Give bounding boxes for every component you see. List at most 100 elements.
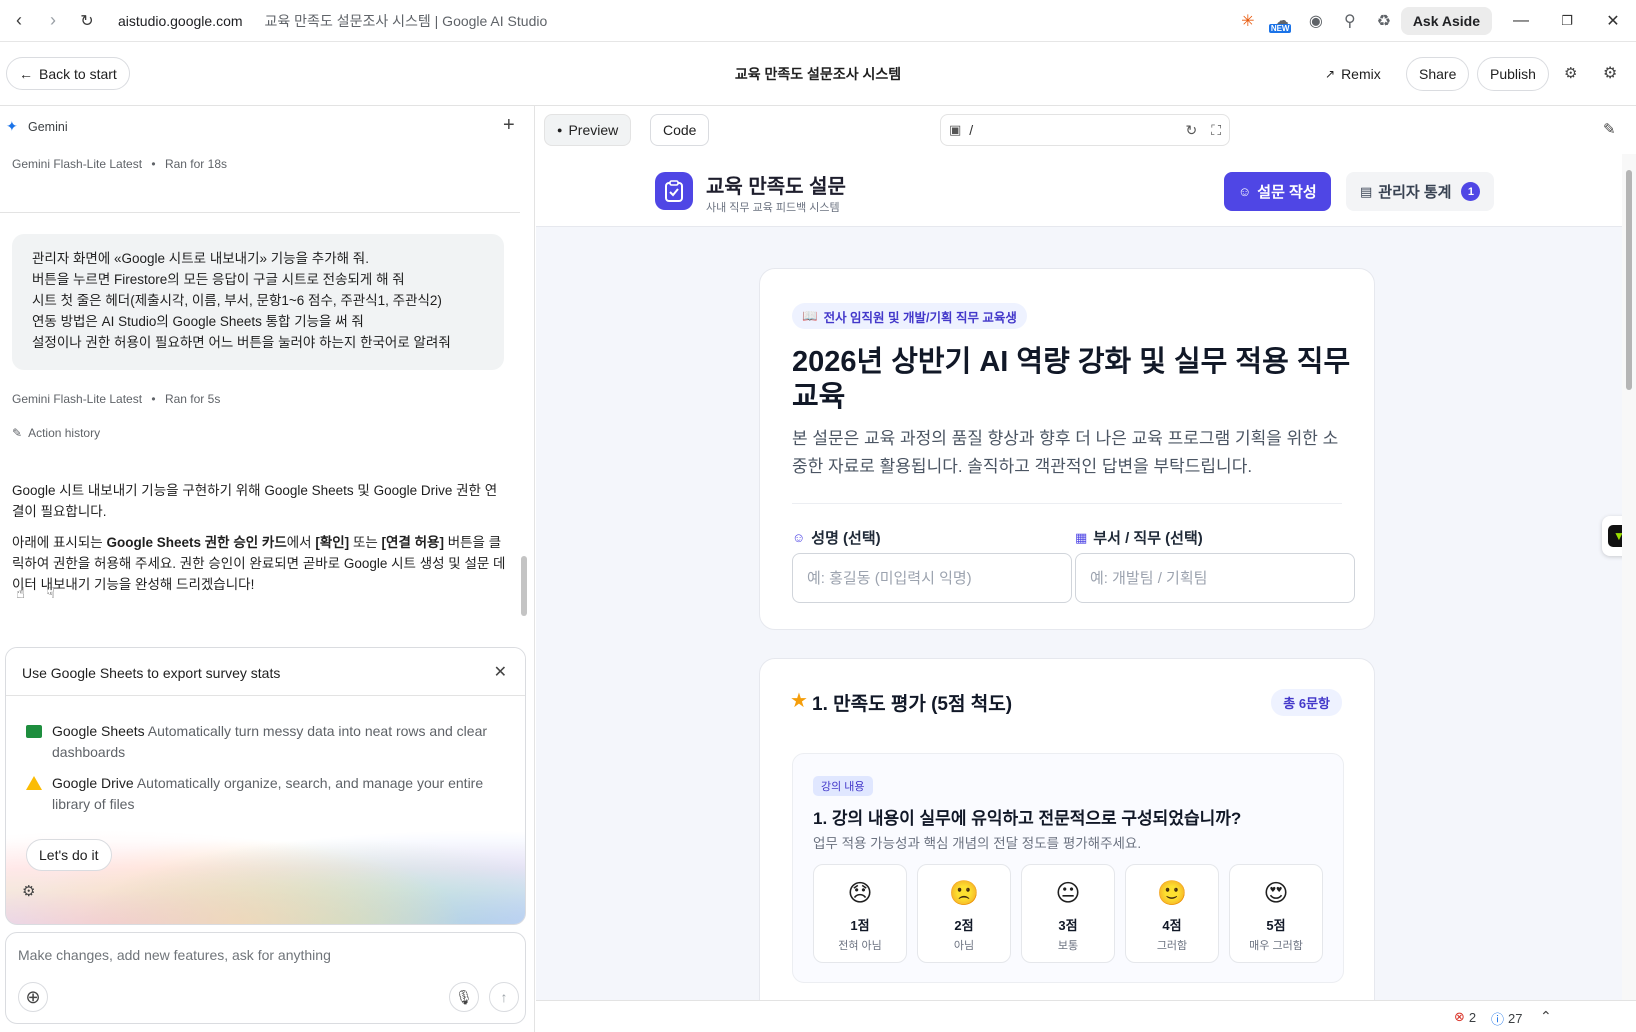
error-count[interactable]: ⊗ 2 bbox=[1454, 1009, 1476, 1025]
user-message-line: 설정이나 권한 허용이 필요하면 어느 버튼을 눌러야 하는지 한국어로 알려줘 bbox=[32, 335, 451, 350]
reply-text: 또는 bbox=[349, 535, 382, 550]
ask-aside-button[interactable]: Ask Aside bbox=[1400, 6, 1492, 35]
remix-button[interactable]: ↗ Remix bbox=[1313, 57, 1393, 91]
preview-path[interactable]: / bbox=[969, 122, 1177, 138]
nav-admin-button[interactable]: ▤ 관리자 통계 1 bbox=[1346, 172, 1495, 211]
share-button[interactable]: Share bbox=[1406, 57, 1470, 91]
run-meta-1: Gemini Flash-Lite Latest • Ran for 18s bbox=[12, 157, 227, 171]
card-settings-icon[interactable]: ⚙ bbox=[22, 882, 35, 900]
bar-chart-icon: ▤ bbox=[1360, 183, 1373, 199]
option-label: 그러함 bbox=[1156, 940, 1188, 952]
site-title: 교육 만족도 설문 bbox=[706, 176, 846, 198]
question-category-chip: 강의 내용 bbox=[813, 776, 873, 796]
sparkle-extension-icon[interactable]: ✳ bbox=[1231, 4, 1265, 38]
rating-option-3[interactable]: 😐 3점 보통 bbox=[1021, 864, 1115, 963]
settings-gear-icon[interactable]: ⚙ bbox=[1603, 63, 1617, 83]
reload-icon[interactable]: ↻ bbox=[70, 4, 104, 38]
new-chat-plus-icon[interactable]: + bbox=[503, 114, 515, 137]
prompt-input[interactable] bbox=[18, 947, 508, 963]
gemini-sparkle-icon: ✦ bbox=[6, 118, 18, 134]
remix-icon: ↗ bbox=[1325, 67, 1336, 81]
rating-option-1[interactable]: 😞 1점 전혀 아님 bbox=[813, 864, 907, 963]
divider bbox=[792, 503, 1342, 504]
thumbs-up-icon[interactable]: ☝ bbox=[16, 584, 25, 602]
option-label: 아님 bbox=[953, 940, 975, 952]
lets-do-it-button[interactable]: Let's do it bbox=[26, 839, 112, 871]
new-extension-icon[interactable]: ☁ NEW bbox=[1265, 4, 1299, 38]
scroll-thumb[interactable] bbox=[1626, 170, 1632, 390]
key-icon[interactable]: ⚲ bbox=[1333, 4, 1367, 38]
gemini-label: Gemini bbox=[28, 120, 68, 134]
action-history-label: Action history bbox=[28, 426, 101, 440]
refresh-icon[interactable]: ↻ bbox=[1185, 122, 1197, 139]
name-input[interactable] bbox=[792, 553, 1072, 603]
dept-field-label: ▦ 부서 / 직무 (선택) bbox=[1075, 527, 1203, 548]
publish-button[interactable]: Publish bbox=[1477, 57, 1549, 91]
address-url[interactable]: aistudio.google.com bbox=[118, 13, 243, 29]
annotate-icon[interactable]: ✎ bbox=[1603, 120, 1616, 138]
back-arrow-icon[interactable]: ‹ bbox=[2, 4, 36, 38]
preview-toolbar: ● Preview Code ▣ / ↻ ⛶ ✎ bbox=[536, 106, 1636, 154]
browser-toolbar: ‹ › ↻ aistudio.google.com 교육 만족도 설문조사 시스… bbox=[0, 0, 1636, 42]
dept-label-text: 부서 / 직무 (선택) bbox=[1093, 530, 1203, 547]
google-drive-icon bbox=[26, 776, 42, 790]
clipboard-check-icon bbox=[655, 172, 693, 210]
integration-card: Use Google Sheets to export survey stats… bbox=[5, 647, 526, 925]
preview-address-bar: ▣ / ↻ ⛶ bbox=[940, 114, 1230, 146]
name-field-label: ☺ 성명 (선택) bbox=[792, 527, 881, 548]
send-arrow-icon[interactable]: ↑ bbox=[489, 982, 519, 1012]
fullscreen-icon[interactable]: ⛶ bbox=[1211, 122, 1221, 139]
dept-input[interactable] bbox=[1075, 553, 1355, 603]
close-icon[interactable]: ✕ bbox=[494, 662, 507, 682]
chat-panel: ✦ Gemini + Gemini Flash-Lite Latest • Ra… bbox=[0, 106, 535, 1032]
emoji-icon: 😐 bbox=[1055, 880, 1081, 907]
restore-icon[interactable]: ❐ bbox=[1544, 0, 1590, 42]
survey-description: 본 설문은 교육 과정의 품질 향상과 향후 더 나은 교육 프로그램 기획을 … bbox=[792, 429, 1339, 476]
chat-scrollbar[interactable] bbox=[519, 156, 529, 636]
add-attachment-icon[interactable]: ⊕ bbox=[18, 982, 48, 1012]
star-icon: ★ bbox=[790, 690, 808, 712]
forward-arrow-icon[interactable]: › bbox=[36, 4, 70, 38]
tab-code[interactable]: Code bbox=[650, 114, 710, 146]
survey-title: 2026년 상반기 AI 역량 강화 및 실무 적용 직무 교육 bbox=[792, 346, 1351, 413]
nav-survey-button[interactable]: ☺ 설문 작성 bbox=[1224, 172, 1331, 211]
bug-icon[interactable]: ⚙ bbox=[1564, 64, 1577, 82]
divider bbox=[0, 212, 520, 213]
drive-name: Google Drive bbox=[52, 775, 134, 791]
info-count[interactable]: ⓘ 27 bbox=[1491, 1009, 1522, 1028]
reply-paragraph: Google 시트 내보내기 기능을 구현하기 위해 Google Sheets… bbox=[12, 483, 498, 519]
option-score: 4점 bbox=[1162, 918, 1182, 933]
emoji-icon: 🙂 bbox=[1157, 880, 1187, 907]
active-dot-icon: ● bbox=[557, 125, 563, 135]
rating-option-5[interactable]: 😍 5점 매우 그러함 bbox=[1229, 864, 1323, 963]
drive-row: Google Drive Automatically organize, sea… bbox=[26, 773, 496, 815]
device-icon[interactable]: ▣ bbox=[949, 122, 961, 138]
info-icon: ⓘ bbox=[1491, 1012, 1505, 1027]
option-label: 매우 그러함 bbox=[1249, 940, 1303, 952]
google-sheets-icon bbox=[26, 725, 42, 738]
name-label-text: 성명 (선택) bbox=[811, 530, 881, 547]
rating-option-4[interactable]: 🙂 4점 그러함 bbox=[1125, 864, 1219, 963]
emoji-icon: 😍 bbox=[1263, 880, 1289, 907]
action-history[interactable]: ✎ Action history bbox=[12, 426, 100, 440]
close-window-icon[interactable]: ✕ bbox=[1590, 0, 1636, 42]
thumbs-down-icon[interactable]: ☟ bbox=[46, 584, 55, 602]
reply-paragraph: 아래에 표시되는 Google Sheets 권한 승인 카드에서 [확인] 또… bbox=[12, 532, 506, 595]
emoji-icon: 🙁 bbox=[949, 880, 979, 907]
book-icon: 📖 bbox=[802, 308, 818, 323]
nav-survey-label: 설문 작성 bbox=[1257, 184, 1317, 201]
person-icon: ☺ bbox=[792, 530, 806, 545]
tab-preview[interactable]: ● Preview bbox=[544, 114, 632, 146]
camera-icon[interactable]: ◉ bbox=[1299, 4, 1333, 38]
reply-text: 에서 bbox=[286, 535, 316, 550]
rating-section-card: ★ 1. 만족도 평가 (5점 척도) 총 6문항 강의 내용 1. 강의 내용… bbox=[759, 658, 1375, 1000]
minimize-icon[interactable]: — bbox=[1498, 0, 1544, 42]
preview-scrollbar[interactable] bbox=[1622, 154, 1636, 1000]
rating-option-2[interactable]: 🙁 2점 아님 bbox=[917, 864, 1011, 963]
expand-chevron-icon[interactable]: ⌃ bbox=[1540, 1008, 1552, 1025]
preview-label: Preview bbox=[568, 122, 619, 138]
info-count-value: 27 bbox=[1508, 1011, 1523, 1026]
puzzle-extension-icon[interactable]: ♻ bbox=[1367, 4, 1401, 38]
microphone-icon[interactable]: 🎙 bbox=[449, 982, 479, 1012]
tab-title: 교육 만족도 설문조사 시스템 | Google AI Studio bbox=[264, 12, 548, 29]
